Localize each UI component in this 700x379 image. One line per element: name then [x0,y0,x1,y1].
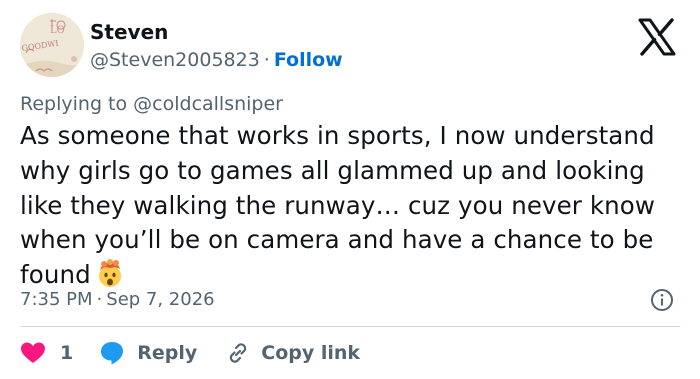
action-bar: 1 Reply Copy link [20,338,360,368]
replying-target[interactable]: @coldcallsniper [133,93,283,115]
tweet-time[interactable]: 7:35 PM [20,289,93,310]
exploding-head-emoji [95,259,125,289]
x-logo-icon[interactable] [636,16,678,58]
divider [20,326,680,327]
user-handle[interactable]: @Steven2005823 [90,49,260,71]
copy-link-label: Copy link [261,342,361,364]
tweet-card: LO GOODWI Steven @Steven2005823 · Follow R… [0,0,700,379]
follow-button[interactable]: Follow [274,49,343,71]
like-button[interactable]: 1 [20,341,73,365]
link-icon [225,340,251,366]
tweet-text: As someone that works in sports, I now u… [20,119,684,293]
info-icon[interactable] [650,288,674,312]
tweet-date[interactable]: Sep 7, 2026 [106,289,214,310]
tweet-meta: 7:35 PM · Sep 7, 2026 [20,288,215,312]
replying-prefix: Replying to [20,93,134,115]
reply-label: Reply [137,342,198,364]
meta-separator: · [96,289,103,310]
copy-link-button[interactable]: Copy link [225,340,360,366]
heart-icon [20,341,46,365]
replying-to: Replying to @coldcallsniper [20,92,283,116]
avatar[interactable]: LO GOODWI [20,13,84,77]
speech-bubble-icon [99,340,125,366]
separator: · [263,49,270,71]
like-count: 1 [60,342,74,364]
handle-row: @Steven2005823 · Follow [90,48,343,72]
svg-text:LO: LO [50,25,65,36]
display-name[interactable]: Steven [90,20,168,44]
reply-button[interactable]: Reply [99,340,197,366]
